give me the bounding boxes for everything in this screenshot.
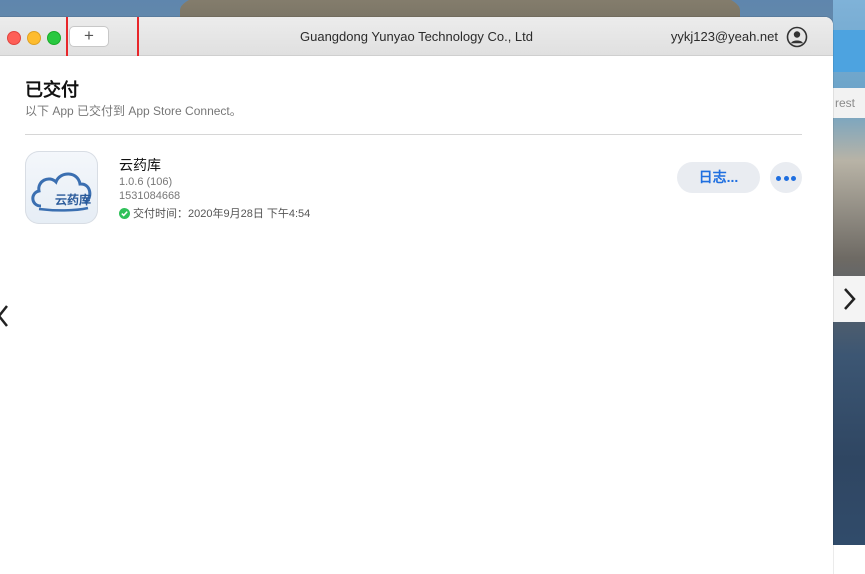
- app-delivered-status: 交付时间：2020年9月28日 下午4:54: [119, 205, 310, 221]
- app-id: 1531084668: [119, 190, 181, 202]
- chevron-right-icon: [844, 288, 856, 310]
- app-icon-label: 云药库: [55, 193, 92, 207]
- app-name: 云药库: [119, 157, 161, 173]
- more-icon: [783, 176, 789, 181]
- desktop-right-text: rest: [835, 96, 856, 110]
- account-email[interactable]: yykj123@yeah.net: [671, 29, 778, 44]
- app-icon: 云药库: [25, 151, 98, 224]
- section-subtitle: 以下 App 已交付到 App Store Connect。: [25, 104, 242, 118]
- cloud-icon: [31, 172, 92, 212]
- desktop-bottom-panel: [833, 545, 865, 574]
- account-icon[interactable]: [786, 26, 808, 48]
- delivered-section: 已交付 以下 App 已交付到 App Store Connect。 云药库 云…: [0, 56, 833, 574]
- log-button[interactable]: 日志...: [677, 162, 760, 193]
- app-row: 云药库 云药库 1.0.6 (106) 1531084668 交付时间：2020…: [25, 151, 802, 225]
- section-divider: [25, 134, 802, 135]
- titlebar: + Guangdong Yunyao Technology Co., Ltd y…: [0, 17, 833, 56]
- delivered-time: 交付时间：2020年9月28日 下午4:54: [133, 208, 311, 220]
- desktop-blue-panel: [833, 30, 865, 72]
- more-button[interactable]: [770, 162, 802, 193]
- app-version: 1.0.6 (106): [119, 176, 173, 188]
- more-icon: [791, 176, 796, 181]
- transporter-window: + Guangdong Yunyao Technology Co., Ltd y…: [0, 17, 833, 574]
- chevron-left-icon[interactable]: [0, 304, 10, 328]
- section-title: 已交付: [25, 80, 79, 100]
- next-arrow-button[interactable]: [833, 276, 865, 322]
- more-icon: [776, 176, 781, 181]
- check-icon: [119, 207, 130, 219]
